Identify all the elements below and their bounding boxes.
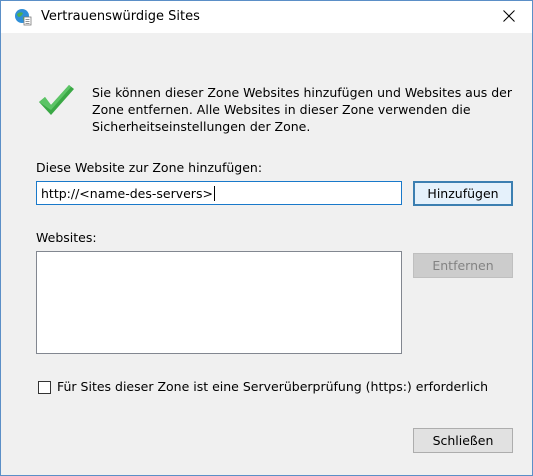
title-bar[interactable]: Vertrauenswürdige Sites [1,1,532,33]
https-verification-label[interactable]: Für Sites dieser Zone ist eine Serverübe… [57,379,488,394]
checkmark-icon [37,83,75,117]
remove-button[interactable]: Entfernen [413,253,513,278]
https-verification-checkbox[interactable] [38,381,51,394]
text-caret [213,185,215,201]
website-url-value: http://<name-des-servers> [41,185,213,201]
window-title: Vertrauenswürdige Sites [41,9,200,24]
info-text: Sie können dieser Zone Websites hinzufüg… [92,85,513,134]
close-window-button[interactable] [486,1,532,33]
add-button[interactable]: Hinzufügen [413,181,513,206]
close-button[interactable]: Schließen [413,428,513,453]
add-site-label: Diese Website zur Zone hinzufügen: [36,160,263,175]
websites-label: Websites: [36,230,97,245]
trusted-sites-dialog: Vertrauenswürdige Sites Sie können diese… [0,0,533,476]
close-icon [503,9,515,25]
globe-icon [14,8,32,26]
website-url-input[interactable]: http://<name-des-servers> [36,181,402,205]
websites-list[interactable] [36,251,402,354]
